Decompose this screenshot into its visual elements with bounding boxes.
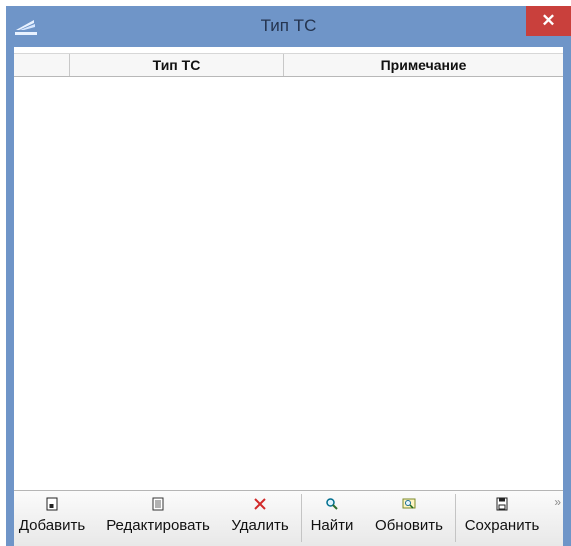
add-button[interactable]: Добавить: [14, 491, 90, 546]
data-grid[interactable]: Тип ТС Примечание: [14, 47, 563, 497]
toolbar-separator: [455, 494, 456, 542]
column-header-note[interactable]: Примечание: [284, 54, 563, 76]
edit-label: Редактировать: [106, 517, 210, 534]
bottom-toolbar: Добавить Редактировать Удалить Найти Обн…: [14, 490, 563, 546]
grid-header-row: Тип ТС Примечание: [14, 53, 563, 77]
row-indicator-header: [14, 54, 70, 76]
edit-document-icon: [152, 497, 164, 511]
delete-button[interactable]: Удалить: [222, 491, 298, 546]
dialog-window: Тип ТС ✕ Тип ТС Примечание Добавить Реда…: [6, 6, 571, 546]
title-bar[interactable]: Тип ТС ✕: [6, 6, 571, 47]
delete-x-icon: [254, 498, 266, 510]
refresh-label: Обновить: [375, 517, 443, 534]
edit-button[interactable]: Редактировать: [98, 491, 218, 546]
save-disk-icon: [496, 497, 508, 511]
refresh-search-icon: [402, 498, 416, 509]
delete-label: Удалить: [231, 517, 289, 534]
toolbar-overflow-button[interactable]: »: [554, 495, 561, 509]
find-label: Найти: [310, 517, 354, 534]
toolbar-separator: [301, 494, 302, 542]
window-title: Тип ТС: [260, 16, 317, 35]
search-icon: [326, 498, 338, 510]
add-document-icon: [46, 497, 58, 511]
find-button[interactable]: Найти: [306, 491, 358, 546]
refresh-button[interactable]: Обновить: [370, 491, 448, 546]
save-label: Сохранить: [464, 517, 540, 534]
close-button[interactable]: ✕: [526, 6, 571, 36]
save-button[interactable]: Сохранить: [460, 491, 544, 546]
add-label: Добавить: [18, 517, 86, 534]
column-header-type[interactable]: Тип ТС: [70, 54, 284, 76]
